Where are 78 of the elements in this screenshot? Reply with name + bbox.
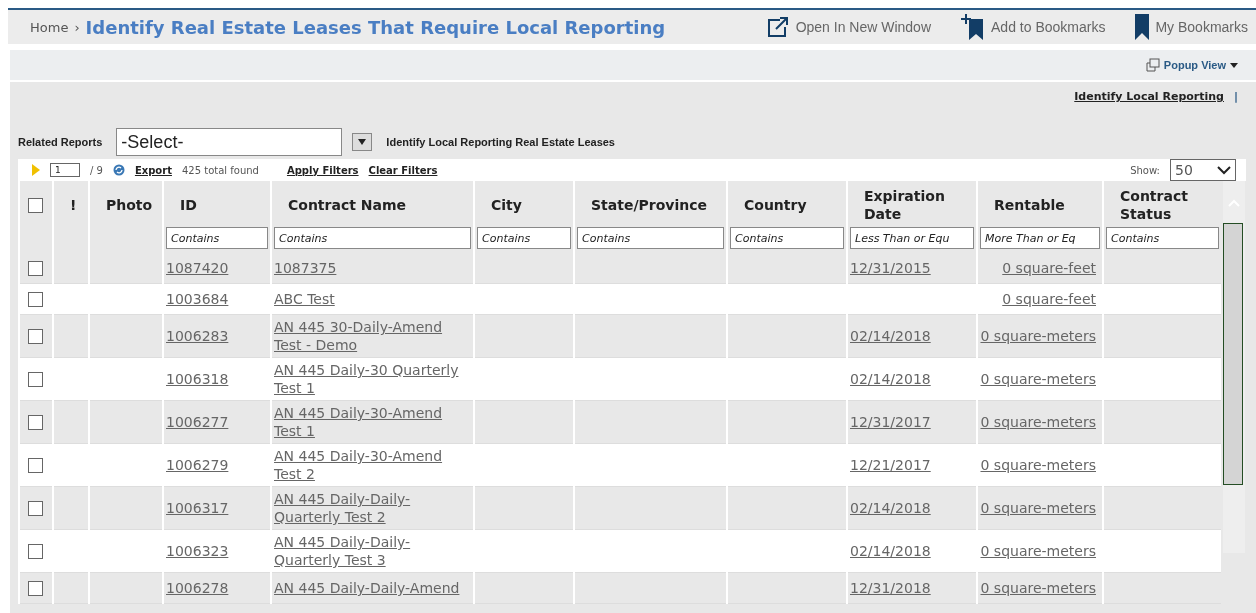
total-found: 425 total found [181,164,259,176]
table-cell-link[interactable]: 1087420 [166,259,229,277]
table-cell-link[interactable]: 0 square-meters [980,413,1096,431]
table-cell-link[interactable]: 0 square-meters [980,579,1096,597]
chevron-down-icon [1217,165,1231,175]
bookmark-plus-icon [961,14,986,40]
popup-windows-icon [1145,58,1160,72]
column-header[interactable]: ! [53,181,89,225]
external-window-icon [765,15,790,39]
table-cell-link[interactable]: 1006283 [166,327,229,345]
breadcrumb-home[interactable]: Home [30,19,69,35]
clear-filters-link[interactable]: Clear Filters [368,164,438,176]
filter-field[interactable]: Contains [730,227,844,249]
table-cell-link[interactable]: ABC Test [274,290,335,308]
apply-filters-link[interactable]: Apply Filters [286,164,359,176]
header-action-link[interactable]: Add to Bookmarks [961,14,1106,40]
link-separator: | [1233,90,1238,104]
checkbox[interactable] [28,500,43,516]
filter-field[interactable]: Contains [166,227,268,249]
bookmark-icon [1135,14,1150,40]
filter-field[interactable]: Contains [274,227,471,249]
column-header[interactable]: Contract Name [271,181,474,225]
checkbox[interactable] [28,580,43,596]
table-cell-link[interactable]: AN 445 30-Daily-Amend Test - Demo [274,318,467,354]
related-reports-label: Related Reports [18,136,103,148]
table-cell-link[interactable]: 1006277 [166,413,229,431]
page-number-field[interactable]: 1 [50,163,80,177]
column-header[interactable]: State/Province [574,181,727,225]
checkbox[interactable] [28,543,43,559]
checkbox[interactable] [28,291,43,307]
column-header[interactable]: Expiration Date [847,181,977,225]
filter-field[interactable]: Less Than or Equ [850,227,974,249]
page-title: Identify Real Estate Leases That Require Local Reporting [85,16,666,38]
popup-view-button[interactable]: Popup View [1139,57,1244,73]
page-count: / 9 [90,164,103,176]
export-link[interactable]: Export [134,164,172,176]
column-header[interactable]: ID [163,181,271,225]
checkbox[interactable] [28,260,43,276]
table-cell-link[interactable]: AN 445 Daily-30-Amend Test 1 [274,404,467,440]
report-title: Identify Local Reporting Real Estate Leases [386,136,615,148]
table-cell-link[interactable]: AN 445 Daily-Daily-Quarterly Test 2 [274,490,467,526]
page-size-select[interactable]: 50 [1170,159,1236,181]
related-reports-select[interactable]: -Select- [116,128,343,156]
column-header[interactable]: City [474,181,574,225]
table-cell-link[interactable]: 02/14/2018 [850,327,931,345]
caret-icon [1230,62,1238,68]
column-header[interactable]: Rentable [977,181,1103,225]
report-link[interactable]: Identify Local Reporting [1074,90,1224,104]
filter-field[interactable]: Contains [577,227,724,249]
checkbox[interactable] [28,457,43,473]
table-cell-link[interactable]: 0 square-meters [980,327,1096,345]
table-cell-link[interactable]: 12/31/2015 [850,259,931,277]
column-header[interactable]: Photo [89,181,163,225]
checkbox[interactable] [28,328,43,344]
filter-field[interactable]: Contains [477,227,571,249]
checkbox[interactable] [28,197,43,213]
header-action-link[interactable]: My Bookmarks [1135,14,1248,40]
filter-field[interactable]: More Than or Eq [980,227,1100,249]
show-label: Show: [1130,164,1160,176]
table-cell-link[interactable]: AN 445 Daily-Daily-Amend [274,579,460,597]
header-action-link[interactable]: Open In New Window [765,15,932,39]
column-header[interactable]: Country [727,181,847,225]
caret-icon [358,139,367,145]
breadcrumb-separator: › [74,19,80,35]
table-cell-link[interactable]: 02/14/2018 [850,499,931,517]
checkbox[interactable] [28,414,43,430]
table-cell-link[interactable]: 1087375 [274,259,337,277]
table-cell-link[interactable]: 1006278 [166,579,229,597]
table-cell-link[interactable]: 12/31/2018 [850,579,931,597]
table-cell-link[interactable]: 0 square-feet [1002,259,1096,277]
table-cell-link[interactable]: 1006317 [166,499,229,517]
table-cell-link[interactable]: 12/31/2017 [850,413,931,431]
checkbox[interactable] [28,371,43,387]
filter-field[interactable]: Contains [1106,227,1219,249]
dropdown-button[interactable] [352,133,373,151]
refresh-icon[interactable] [112,164,125,176]
table-cell-link[interactable]: 0 square-meters [980,499,1096,517]
scrollbar[interactable] [1223,181,1245,553]
